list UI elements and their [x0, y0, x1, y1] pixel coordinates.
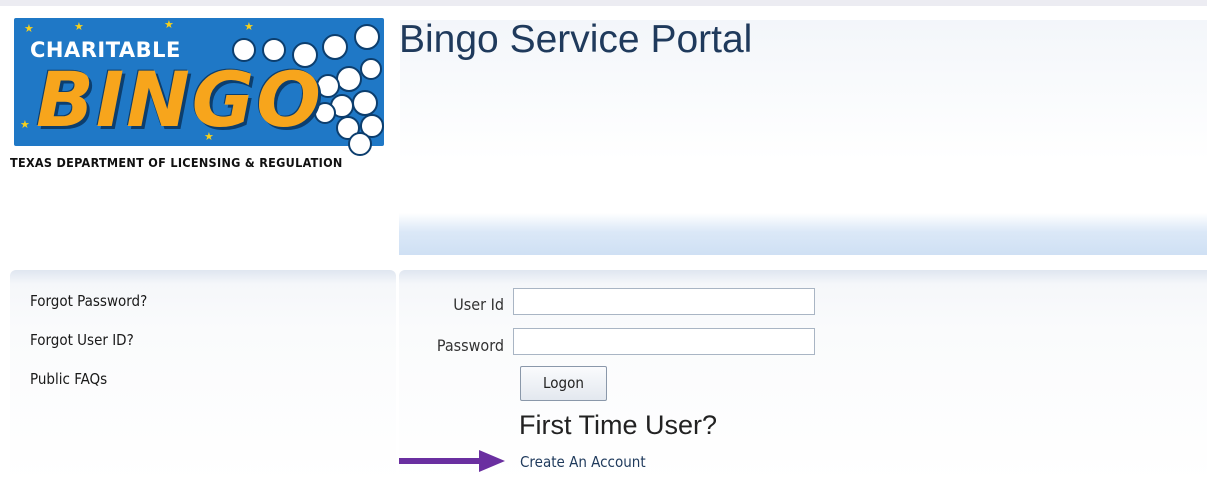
page-title: Bingo Service Portal [399, 18, 753, 61]
bingo-ball-icon [348, 132, 372, 156]
logo-main-text: BINGO [36, 55, 323, 144]
logo-background: ★ ★ ★ ★ ★ ★ CHARITABLE BINGO [14, 18, 384, 156]
arrow-right-icon [399, 450, 505, 472]
create-account-link[interactable]: Create An Account [520, 453, 646, 471]
user-id-input[interactable] [513, 288, 815, 315]
star-icon: ★ [20, 118, 30, 131]
bingo-ball-icon [322, 34, 348, 60]
charitable-bingo-logo: ★ ★ ★ ★ ★ ★ CHARITABLE BINGO TEXAS DEPAR… [10, 18, 390, 178]
star-icon: ★ [164, 18, 174, 31]
top-border [0, 0, 1207, 6]
logon-button[interactable]: Logon [520, 366, 607, 401]
bingo-ball-icon [336, 66, 362, 92]
password-input[interactable] [513, 328, 815, 355]
first-time-user-heading: First Time User? [519, 410, 718, 440]
public-faqs-link[interactable]: Public FAQs [30, 370, 107, 388]
logo-subtitle: TEXAS DEPARTMENT OF LICENSING & REGULATI… [10, 155, 343, 170]
navigation-bar [399, 213, 1207, 255]
bingo-ball-icon [360, 58, 382, 80]
bingo-ball-icon [352, 90, 378, 116]
user-id-label: User Id [453, 295, 504, 314]
star-icon: ★ [24, 22, 34, 35]
bingo-ball-icon [354, 24, 380, 50]
forgot-password-link[interactable]: Forgot Password? [30, 292, 147, 310]
star-icon: ★ [244, 20, 254, 33]
star-icon: ★ [74, 20, 84, 33]
password-label: Password [436, 336, 504, 355]
forgot-user-id-link[interactable]: Forgot User ID? [30, 331, 134, 349]
